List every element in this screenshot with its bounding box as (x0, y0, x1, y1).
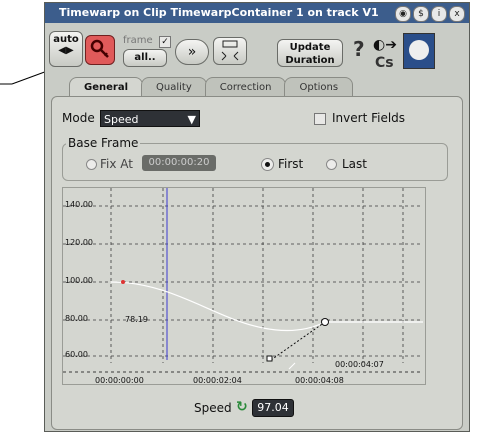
start-keyframe[interactable] (121, 280, 125, 284)
invert-fields-label: Invert Fields (332, 111, 406, 125)
keyframe-point[interactable] (321, 318, 329, 326)
speed-label: Speed (194, 401, 232, 415)
speed-link-icon[interactable]: ↻ (236, 399, 248, 415)
tab-correction[interactable]: Correction (204, 77, 287, 98)
x-tick-2: 00:00:04:08 (295, 376, 344, 385)
tab-bar: General Quality Correction Options (69, 77, 354, 98)
first-label: First (278, 157, 304, 171)
y-tick-140: 140.00 (65, 200, 93, 209)
close-icon[interactable]: x (449, 6, 465, 22)
y-tick-100: 100.00 (65, 276, 93, 285)
y-tick-120: 120.00 (65, 238, 93, 247)
first-radio[interactable] (262, 159, 273, 170)
all-button[interactable]: all.. (123, 49, 167, 67)
step-arrows-icon: ◀▶ (58, 45, 74, 56)
titlebar-icons: ◉ $ i x (395, 6, 465, 22)
speed-graph[interactable]: 140.00 120.00 100.00 80.00 60.00 78.19 0… (62, 187, 426, 385)
cs-label[interactable]: Cs (375, 55, 394, 71)
key-icon (90, 39, 109, 58)
swap-icon[interactable]: ◐➔ (373, 37, 397, 53)
frame-checkbox[interactable]: ✓ (159, 36, 171, 48)
auto-button[interactable]: auto ◀▶ (49, 31, 83, 67)
last-radio[interactable] (326, 159, 337, 170)
fix-at-timecode[interactable]: 00:00:00:20 (142, 155, 216, 171)
speed-value-field[interactable]: 97.04 (252, 399, 294, 417)
tangent-handle-point[interactable] (266, 355, 273, 362)
update-duration-button[interactable]: Update Duration (277, 39, 343, 67)
mode-label: Mode (62, 111, 95, 125)
fit-view-icon (221, 40, 239, 61)
fit-view-button[interactable] (213, 37, 247, 65)
mode-select[interactable]: Speed ▼ (100, 110, 200, 127)
base-frame-label: Base Frame (66, 136, 141, 150)
timewarp-window: Timewarp on Clip TimewarpContainer 1 on … (44, 2, 470, 432)
key-button[interactable] (85, 35, 115, 65)
graph-canvas (63, 188, 423, 373)
last-label: Last (342, 157, 367, 171)
record-icon[interactable]: ◉ (395, 6, 411, 22)
fix-at-label: Fix At (100, 157, 133, 171)
toolbar: auto ◀▶ frame ✓ all.. » Update Duration … (45, 25, 469, 77)
dollar-icon[interactable]: $ (413, 6, 429, 22)
zoom-stroke (288, 362, 296, 370)
forward-button[interactable]: » (175, 39, 209, 65)
info-icon[interactable]: i (431, 6, 447, 22)
speed-curve (110, 281, 423, 332)
mode-value: Speed (104, 113, 139, 126)
frame-group: frame ✓ all.. (121, 35, 171, 67)
tangent-handle[interactable] (270, 321, 326, 361)
help-icon[interactable]: ? (353, 37, 365, 61)
tab-quality[interactable]: Quality (141, 77, 207, 98)
x-tick-0: 00:00:00:00 (95, 376, 144, 385)
clock-avatar (403, 33, 435, 69)
invert-fields-checkbox[interactable] (314, 113, 326, 125)
y-tick-80: 80.00 (65, 314, 88, 323)
grid-lines (63, 188, 423, 363)
chevron-down-icon: ▼ (187, 113, 196, 126)
auto-label: auto (53, 34, 79, 45)
general-panel: Mode Speed ▼ Invert Fields Base Frame Fi… (51, 96, 463, 430)
tab-options[interactable]: Options (284, 77, 354, 98)
tab-general[interactable]: General (69, 77, 143, 98)
frame-label: frame (123, 35, 153, 46)
fix-at-radio[interactable] (86, 159, 97, 170)
keyframe-time-label: 00:00:04:07 (335, 360, 384, 369)
y-tick-60: 60.00 (65, 350, 88, 359)
x-tick-1: 00:00:02:04 (193, 376, 242, 385)
point-readout: 78.19 (125, 315, 148, 324)
